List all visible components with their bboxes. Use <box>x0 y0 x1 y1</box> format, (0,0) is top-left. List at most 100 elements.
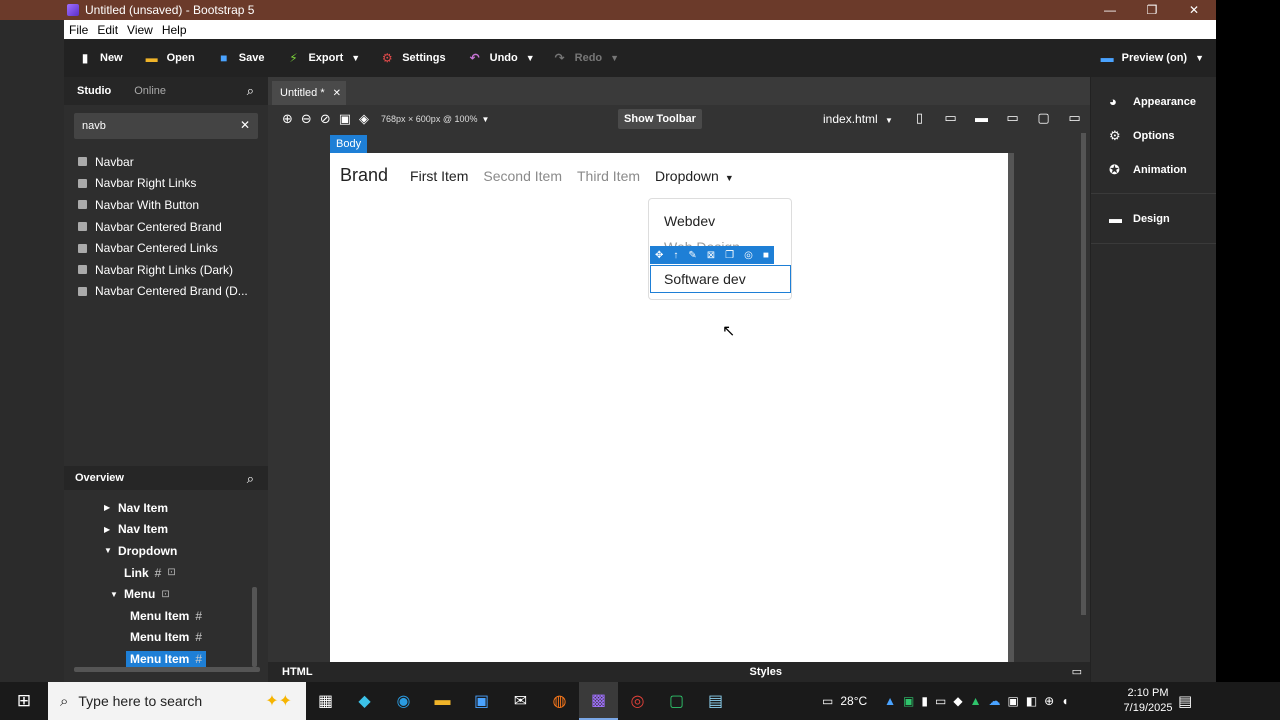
copilot-icon[interactable]: ◆ <box>345 682 384 720</box>
canvas-scrollbar[interactable] <box>1081 133 1086 615</box>
wide-desktop-icon[interactable]: ▭ <box>1059 110 1090 126</box>
notification-icon[interactable]: ▤ <box>1178 692 1192 710</box>
overview-scrollbar[interactable] <box>252 587 257 667</box>
tab-studio[interactable]: Studio <box>77 85 111 97</box>
chevron-down-icon[interactable]: ▼ <box>110 590 118 599</box>
dropdown-item-webdev[interactable]: Webdev <box>664 213 715 229</box>
show-toolbar-button[interactable]: Show Toolbar <box>618 109 702 129</box>
navbar[interactable]: Brand First Item Second Item Third Item … <box>340 165 734 186</box>
file-select[interactable]: index.html ▼ <box>823 112 893 126</box>
component-list-item[interactable]: Navbar Centered Brand (D... <box>78 281 248 303</box>
tray-app-icon[interactable]: ◆ <box>953 694 962 708</box>
search-icon[interactable]: ⌕ <box>247 471 254 487</box>
battery-icon[interactable]: ▭ <box>935 694 946 708</box>
preview-button[interactable]: ▬ Preview (on) ▼ <box>1101 50 1204 65</box>
arrow-up-icon[interactable]: ↑ <box>673 250 678 261</box>
expand-panel-icon[interactable]: ▭ <box>1072 665 1082 678</box>
settings-button[interactable]: ⚙ Settings <box>380 51 446 65</box>
clear-search-icon[interactable]: ✕ <box>240 118 250 132</box>
laptop-icon[interactable]: ▭ <box>997 110 1028 126</box>
close-tab-icon[interactable]: ✕ <box>333 88 341 99</box>
tab-online[interactable]: Online <box>134 85 166 97</box>
nav-first-item[interactable]: First Item <box>410 168 468 184</box>
chrome-icon[interactable]: ◎ <box>618 682 657 720</box>
styles-panel-tab[interactable]: Styles <box>750 666 782 678</box>
component-list-item[interactable]: Navbar Right Links <box>78 173 248 195</box>
file-explorer-icon[interactable]: ▬ <box>423 682 462 720</box>
undo-button[interactable]: ↶ Undo ▼ <box>468 51 535 65</box>
tablet-landscape-icon[interactable]: ▬ <box>966 110 997 126</box>
menu-edit[interactable]: Edit <box>97 23 118 37</box>
redo-button[interactable]: ↷ Redo ▼ <box>553 51 619 65</box>
tray-app-icon[interactable]: ▲ <box>970 694 982 708</box>
close-window-button[interactable]: ✕ <box>1174 0 1214 20</box>
tab-document[interactable]: Untitled * ✕ <box>272 81 346 105</box>
taskbar-search-input[interactable]: ⌕ Type here to search ✦✦ <box>48 682 306 720</box>
tablet-icon[interactable]: ▭ <box>935 110 966 126</box>
overview-tree-node[interactable]: ▼ Dropdown <box>64 540 254 562</box>
microphone-icon[interactable]: ▮ <box>921 694 928 708</box>
new-button[interactable]: ▮ New <box>78 51 123 65</box>
edit-icon[interactable]: ✎ <box>688 250 696 261</box>
desktop-icon[interactable]: ▢ <box>1028 110 1059 126</box>
export-button[interactable]: ⚡ Export ▼ <box>286 51 360 65</box>
appearance-section[interactable]: ◕ Appearance <box>1109 94 1196 109</box>
options-section[interactable]: ⚙ Options <box>1109 128 1175 144</box>
design-canvas[interactable]: Brand First Item Second Item Third Item … <box>330 153 1014 662</box>
minimize-button[interactable]: — <box>1090 0 1130 20</box>
body-tag-label[interactable]: Body <box>330 135 368 153</box>
menu-help[interactable]: Help <box>162 23 187 37</box>
store-icon[interactable]: ▣ <box>462 682 501 720</box>
overview-tree-node[interactable]: Link # ⊡ <box>64 562 254 584</box>
meet-icon[interactable]: ◧ <box>1026 694 1037 708</box>
edge-icon[interactable]: ◉ <box>384 682 423 720</box>
bootstrap-studio-icon[interactable]: ▩ <box>579 682 618 720</box>
volume-icon[interactable]: ◖ <box>1061 694 1068 708</box>
nav-dropdown[interactable]: Dropdown ▼ <box>655 168 734 184</box>
component-list-item[interactable]: Navbar Centered Links <box>78 237 248 259</box>
image-icon[interactable]: ▣ <box>339 111 351 127</box>
component-list-item[interactable]: Navbar Right Links (Dark) <box>78 259 248 281</box>
overview-tree-node[interactable]: ▶ Nav Item <box>64 519 254 541</box>
maximize-button[interactable]: ❐ <box>1132 0 1172 20</box>
overview-tree-node[interactable]: ▼ Menu ⊡ <box>64 583 254 605</box>
design-section[interactable]: ▬ Design <box>1109 211 1170 226</box>
overview-tree-node[interactable]: Menu Item # <box>64 605 254 627</box>
component-search-input[interactable]: navb ✕ <box>74 113 258 139</box>
notepad-icon[interactable]: ▤ <box>696 682 735 720</box>
delete-icon[interactable]: ■ <box>763 250 769 261</box>
zoom-out-icon[interactable]: ⊖ <box>301 111 312 127</box>
tray-app-icon[interactable]: ▣ <box>903 694 914 708</box>
mail-icon[interactable]: ✉ <box>501 682 540 720</box>
network-icon[interactable]: ⊕ <box>1044 694 1054 708</box>
save-button[interactable]: ■ Save <box>217 51 264 65</box>
duplicate-icon[interactable]: ❐ <box>725 250 734 261</box>
whatsapp-icon[interactable]: ▢ <box>657 682 696 720</box>
sparkle-icon[interactable]: ✦✦ <box>265 691 292 711</box>
menu-view[interactable]: View <box>127 23 153 37</box>
move-icon[interactable]: ✥ <box>655 250 663 261</box>
chevron-right-icon[interactable]: ▶ <box>104 503 112 512</box>
component-list-item[interactable]: Navbar With Button <box>78 194 248 216</box>
chevron-down-icon[interactable]: ▼ <box>104 546 112 555</box>
overview-tree-node[interactable]: ▶ Nav Item <box>64 497 254 519</box>
weather-temp[interactable]: 28°C <box>840 694 867 708</box>
canvas-size-label[interactable]: 768px × 600px @ 100% <box>381 114 477 124</box>
nav-third-item[interactable]: Third Item <box>577 168 640 184</box>
clock[interactable]: 2:10 PM 7/19/2025 <box>1118 686 1178 716</box>
unwrap-icon[interactable]: ⊠ <box>707 250 715 261</box>
overview-tree-node[interactable]: Menu Item # <box>64 627 254 649</box>
chevron-right-icon[interactable]: ▶ <box>104 525 112 534</box>
dropdown-item-software-dev[interactable]: Software dev <box>650 265 791 293</box>
open-button[interactable]: ▬ Open <box>145 51 195 65</box>
rotate-icon[interactable]: ⊘ <box>320 111 331 127</box>
zoom-in-icon[interactable]: ⊕ <box>282 111 293 127</box>
tray-app-icon[interactable]: ▲ <box>884 694 896 708</box>
animation-section[interactable]: ✪ Animation <box>1109 162 1187 178</box>
windows-start-icon[interactable]: ⊞ <box>0 682 48 720</box>
search-icon[interactable]: ⌕ <box>247 83 254 99</box>
nav-second-item[interactable]: Second Item <box>483 168 562 184</box>
component-list-item[interactable]: Navbar <box>78 151 248 173</box>
html-panel-tab[interactable]: HTML <box>282 666 313 678</box>
overview-horizontal-scrollbar[interactable] <box>74 667 260 672</box>
